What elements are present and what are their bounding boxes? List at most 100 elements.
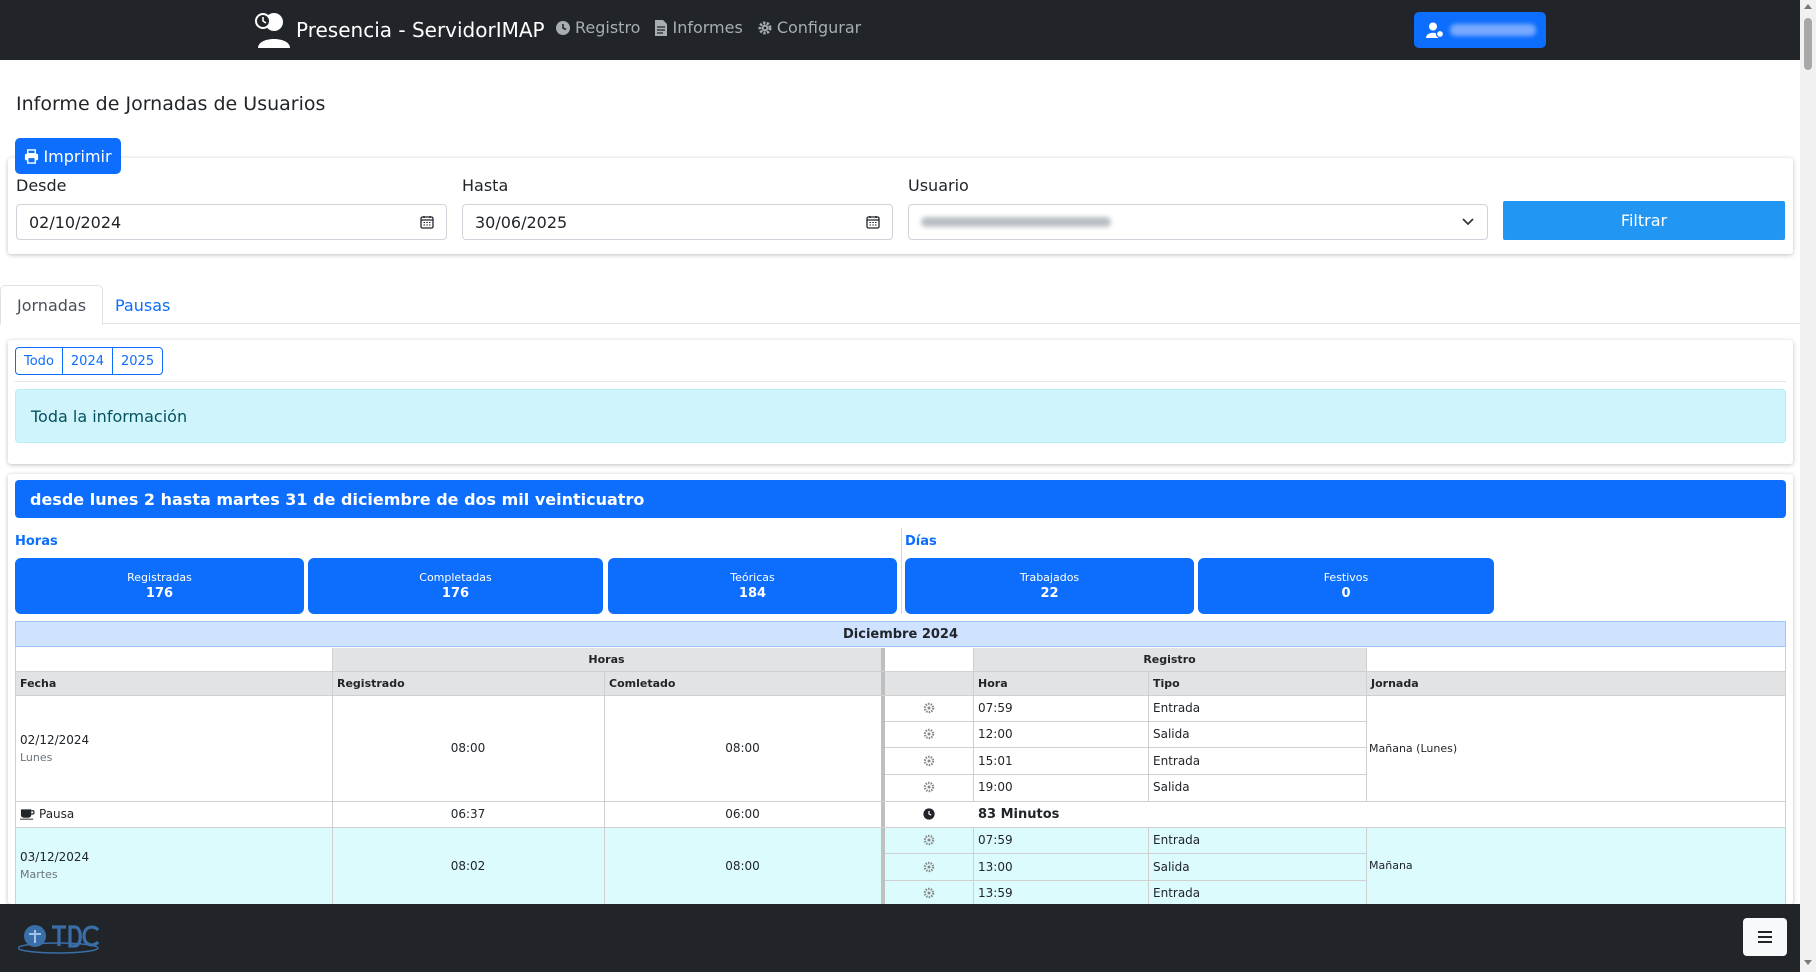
- usuario-select[interactable]: [908, 204, 1488, 240]
- empty-header-cell: [885, 648, 973, 671]
- stat-label: Registradas: [127, 571, 192, 584]
- table-border: [15, 671, 1786, 672]
- stat-label: Teóricas: [730, 571, 775, 584]
- calendar-icon[interactable]: [866, 215, 880, 229]
- registro-hora: 13:59: [978, 886, 1013, 900]
- stat-value: 22: [1040, 586, 1059, 601]
- gear-icon: [923, 834, 935, 846]
- table-border: [885, 774, 1366, 775]
- page-scrollbar[interactable]: [1800, 0, 1816, 972]
- tab-bar: Jornadas Pausas: [0, 285, 1800, 325]
- column-header-completado: Comletado: [604, 671, 881, 695]
- completado-value: 08:00: [725, 741, 760, 755]
- nav-link-informes[interactable]: Informes: [654, 18, 743, 37]
- brand[interactable]: Presencia - ServidorIMAP: [252, 10, 545, 50]
- brand-title: Presencia - ServidorIMAP: [296, 18, 545, 42]
- registro-hora: 13:00: [978, 860, 1013, 874]
- group-header-horas: Horas: [332, 648, 881, 671]
- month-header: Diciembre 2024: [15, 621, 1786, 647]
- nav-link-registro[interactable]: Registro: [555, 18, 640, 37]
- column-header-hora: Hora: [973, 671, 1148, 695]
- stat-trabajados: Trabajados 22: [905, 558, 1194, 614]
- scroll-down-arrow-icon[interactable]: [1804, 960, 1812, 965]
- table-border: [1785, 647, 1786, 904]
- registro-tipo: Salida: [1153, 727, 1190, 741]
- dias-section-label: Días: [905, 534, 937, 549]
- column-header-empty: [885, 671, 973, 695]
- range-title: desde lunes 2 hasta martes 31 de diciemb…: [15, 480, 1786, 518]
- registro-gear-icon-cell: [885, 882, 973, 904]
- table-border: [604, 671, 605, 904]
- coffee-cup-icon: [20, 809, 35, 820]
- tab-jornadas[interactable]: Jornadas: [0, 285, 104, 325]
- scroll-thumb[interactable]: [1804, 18, 1812, 70]
- registro-tipo: Entrada: [1153, 886, 1201, 900]
- gear-icon: [923, 755, 935, 767]
- empty-header-cell: [1366, 648, 1786, 671]
- registro-gear-icon-cell: [885, 697, 973, 719]
- print-button[interactable]: Imprimir: [15, 138, 121, 174]
- table-border: [1366, 827, 1367, 904]
- column-header-tipo: Tipo: [1148, 671, 1366, 695]
- pausa-registrado: 06:37: [332, 801, 604, 827]
- year-button-2024[interactable]: 2024: [63, 348, 113, 374]
- year-button-2025[interactable]: 2025: [113, 348, 162, 374]
- desde-date-input[interactable]: 02/10/2024: [16, 204, 447, 240]
- stat-value: 176: [441, 586, 470, 601]
- table-border: [1148, 671, 1149, 801]
- hasta-date-value: 30/06/2025: [475, 212, 568, 232]
- user-name-blurred: [1450, 24, 1536, 36]
- table-border: [15, 647, 16, 904]
- hasta-date-input[interactable]: 30/06/2025: [462, 204, 893, 240]
- footer-bar: [0, 904, 1800, 972]
- table-border: [973, 827, 974, 904]
- nav-link-label: Configurar: [776, 18, 862, 37]
- registro-hora: 12:00: [978, 727, 1013, 741]
- stat-value: 184: [738, 586, 767, 601]
- stat-label: Trabajados: [1019, 571, 1080, 584]
- registro-hora: 15:01: [978, 754, 1013, 768]
- stat-label: Festivos: [1323, 571, 1369, 584]
- selected-user-blurred: [921, 217, 1111, 227]
- column-header-fecha: Fecha: [15, 671, 332, 695]
- column-header-jornada: Jornada: [1366, 671, 1786, 695]
- table-border: [885, 853, 1366, 854]
- registro-hora: 19:00: [978, 780, 1013, 794]
- registrado-value: 08:00: [450, 741, 486, 755]
- table-row-fecha: 02/12/2024 Lunes: [15, 695, 332, 801]
- pausa-label: Pausa: [39, 807, 75, 821]
- gear-icon: [923, 781, 935, 793]
- stat-registradas: Registradas 176: [15, 558, 304, 614]
- user-menu-button[interactable]: [1414, 12, 1546, 48]
- year-button-todo[interactable]: Todo: [16, 348, 63, 374]
- pausa-completado: 06:00: [604, 801, 881, 827]
- registro-gear-icon-cell: [885, 829, 973, 851]
- print-button-label: Imprimir: [43, 146, 112, 166]
- table-border: [15, 801, 1786, 802]
- completado-value: 08:00: [604, 827, 881, 904]
- nav-link-label: Informes: [672, 18, 743, 37]
- registro-tipo: Entrada: [1153, 833, 1201, 847]
- registro-gear-icon-cell: [885, 776, 973, 798]
- nav-link-label: Registro: [575, 18, 641, 37]
- empty-header-cell: [15, 648, 332, 671]
- calendar-icon[interactable]: [420, 215, 434, 229]
- nav-link-configurar[interactable]: Configurar: [757, 18, 861, 37]
- gear-icon: [758, 21, 772, 34]
- document-icon: [655, 19, 668, 36]
- scroll-up-arrow-icon[interactable]: [1804, 4, 1812, 9]
- table-divider: [881, 648, 885, 904]
- info-alert: Toda la información: [15, 389, 1786, 443]
- table-border: [885, 721, 1366, 722]
- filter-button[interactable]: Filtrar: [1503, 201, 1785, 240]
- jornada-value: Mañana (Lunes): [1369, 741, 1458, 755]
- dia-value: Martes: [20, 868, 58, 881]
- pausa-clock-cell: [885, 801, 973, 827]
- hamburger-menu-button[interactable]: [1743, 918, 1787, 956]
- stat-completadas: Completadas 176: [308, 558, 603, 614]
- registro-tipo: Salida: [1153, 860, 1190, 874]
- table-border: [15, 827, 1786, 828]
- registro-tipo: Salida: [1153, 780, 1190, 794]
- stat-value: 176: [145, 586, 174, 601]
- tab-pausas[interactable]: Pausas: [99, 285, 186, 325]
